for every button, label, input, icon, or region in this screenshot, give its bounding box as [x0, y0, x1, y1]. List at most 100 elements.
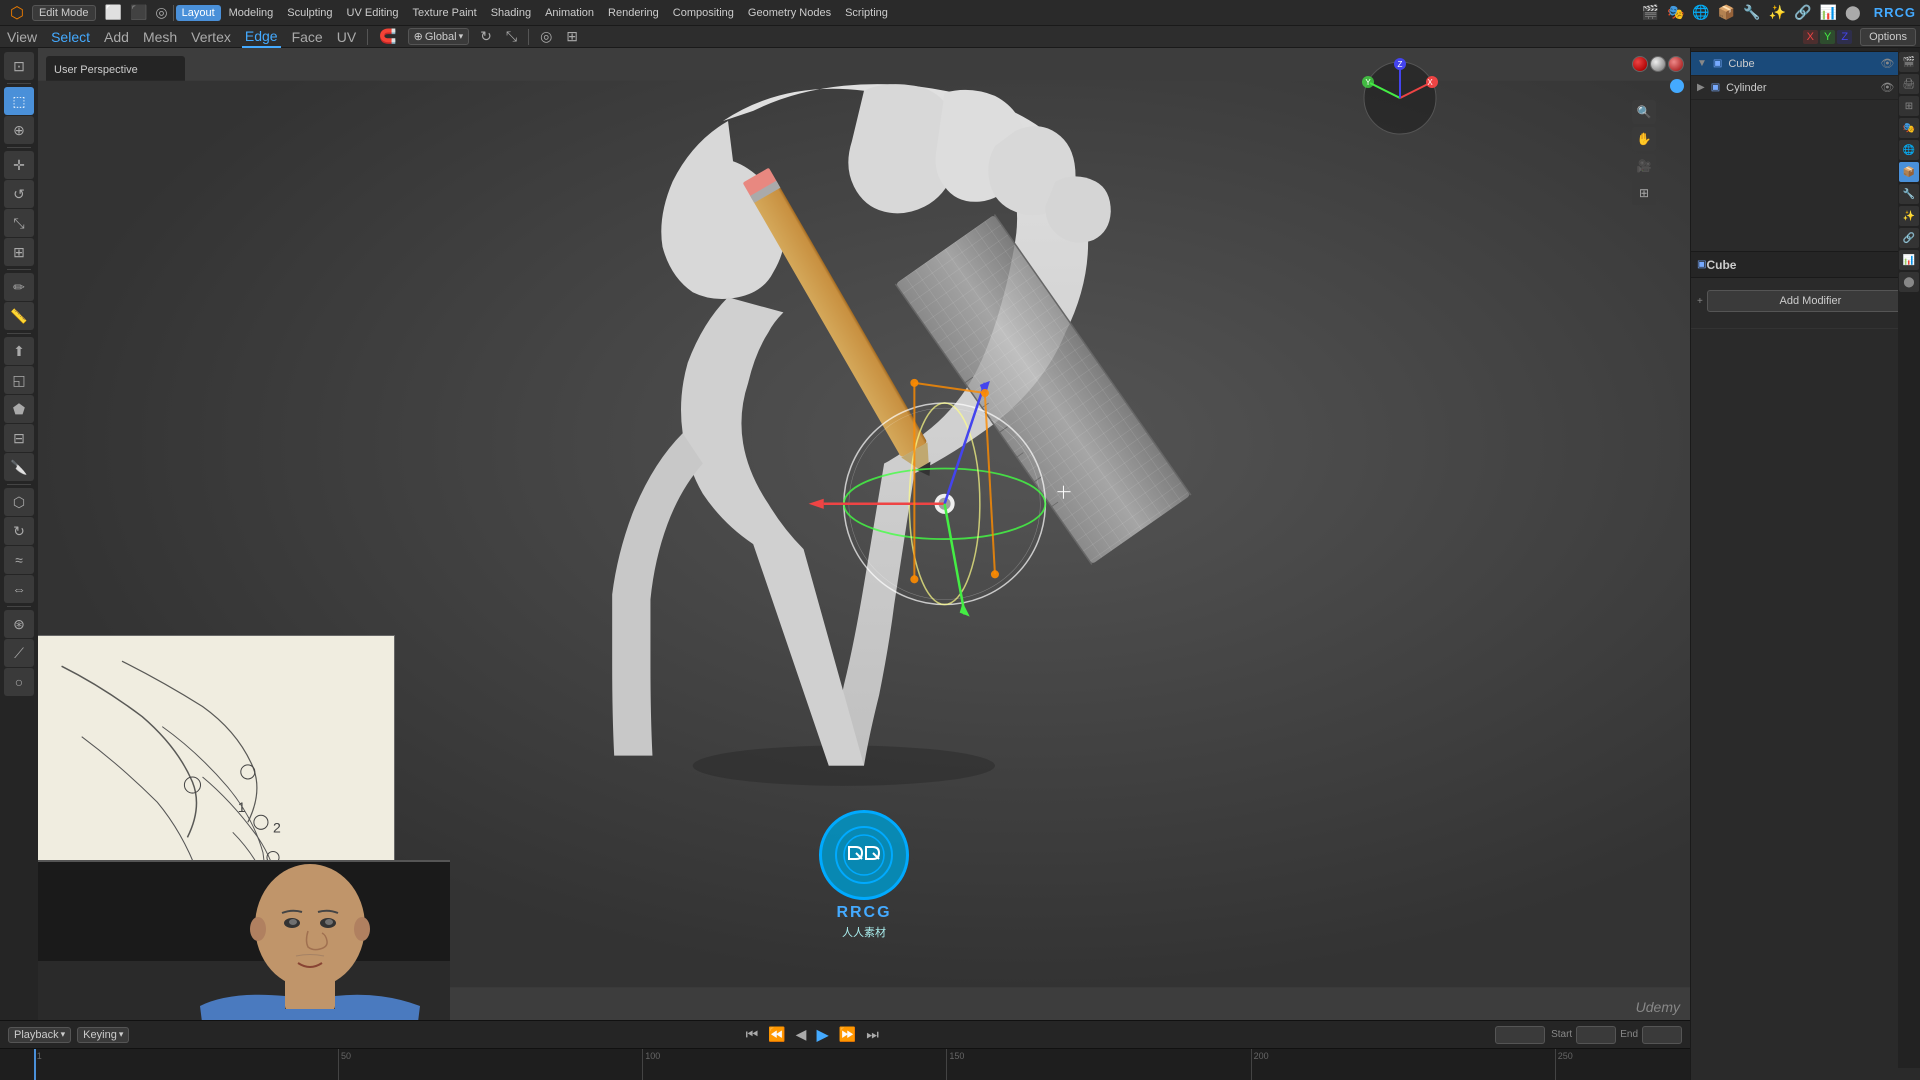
annotate-btn[interactable]: ✏ — [4, 273, 34, 301]
workspace-rendering[interactable]: Rendering — [602, 5, 665, 21]
add-modifier-button[interactable]: Add Modifier — [1707, 290, 1914, 312]
rotate-btn[interactable]: ↺ — [4, 180, 34, 208]
scene-props-btn[interactable]: 🎭 — [1899, 118, 1919, 138]
jump-end-btn[interactable]: ⏭ — [864, 1024, 881, 1045]
move-btn[interactable]: ✛ — [4, 151, 34, 179]
edge-menu[interactable]: Edge — [242, 26, 281, 48]
view-layer-props-btn[interactable]: ⊞ — [1899, 96, 1919, 116]
smooth-btn[interactable]: ≈ — [4, 546, 34, 574]
uv-menu[interactable]: UV — [334, 27, 359, 47]
workspace-geometry[interactable]: Geometry Nodes — [742, 5, 837, 21]
cube-eye-icon[interactable]: 👁 — [1880, 57, 1894, 70]
step-back-btn[interactable]: ⏪ — [766, 1024, 787, 1045]
current-frame-input[interactable]: 1 — [1495, 1026, 1545, 1044]
bevel-btn[interactable]: ⬟ — [4, 395, 34, 423]
vertex-menu[interactable]: Vertex — [188, 27, 234, 47]
mesh-menu[interactable]: Mesh — [140, 27, 180, 47]
workspace-shading[interactable]: Shading — [485, 5, 537, 21]
options-button[interactable]: Options — [1860, 28, 1916, 46]
axis-z-btn[interactable]: Z — [1837, 30, 1852, 44]
grid-btn[interactable]: ⊞ — [1632, 181, 1656, 205]
workspace-scripting[interactable]: Scripting — [839, 5, 894, 21]
data-props-btn[interactable]: 📊 — [1899, 250, 1919, 270]
constraints-icon[interactable]: 🔗 — [1791, 2, 1814, 23]
snap-icon[interactable]: 🧲 — [376, 26, 399, 47]
cylinder-eye-icon[interactable]: 👁 — [1880, 81, 1894, 94]
physics-props-btn[interactable]: 🔗 — [1899, 228, 1919, 248]
axis-y-btn[interactable]: Y — [1820, 30, 1835, 44]
to-sphere-btn[interactable]: ○ — [4, 668, 34, 696]
data-icon[interactable]: 📊 — [1817, 2, 1840, 23]
workspace-layout[interactable]: Layout — [176, 5, 221, 21]
workspace-texture[interactable]: Texture Paint — [407, 5, 483, 21]
outliner-item-cube[interactable]: ▼ ▣ Cube 👁 📷 — [1691, 52, 1920, 76]
step-forward-btn[interactable]: ⏩ — [837, 1024, 858, 1045]
add-menu[interactable]: Add — [101, 27, 132, 47]
extrude-btn[interactable]: ⬆ — [4, 337, 34, 365]
workspace-uv[interactable]: UV Editing — [341, 5, 405, 21]
play-btn[interactable]: ▶ — [814, 1023, 830, 1047]
output-props-btn[interactable]: 🖨 — [1899, 74, 1919, 94]
scene-icon[interactable]: 🎭 — [1664, 2, 1687, 23]
workspace-sculpting[interactable]: Sculpting — [281, 5, 338, 21]
transform-btn[interactable]: ⊞ — [4, 238, 34, 266]
mirrow-icon[interactable]: ⊞ — [563, 26, 581, 47]
axis-x-btn[interactable]: X — [1803, 30, 1818, 44]
poly-build-btn[interactable]: ⬡ — [4, 488, 34, 516]
select-box-btn[interactable]: ⬚ — [4, 87, 34, 115]
play-back-btn[interactable]: ◀ — [794, 1024, 809, 1045]
app-icon[interactable]: ⬡ — [4, 1, 30, 25]
particles-props-btn[interactable]: ✨ — [1899, 206, 1919, 226]
magnify-btn[interactable]: 🔍 — [1632, 100, 1656, 124]
spin-btn[interactable]: ↻ — [4, 517, 34, 545]
object-mode-btn[interactable]: ⊡ — [4, 52, 34, 80]
timeline-ruler[interactable]: 1 50 100 150 200 250 — [0, 1049, 1690, 1080]
face-menu[interactable]: Face — [289, 27, 326, 47]
start-frame-input[interactable]: 1 — [1576, 1026, 1616, 1044]
scale-btn[interactable]: ⤡ — [4, 209, 34, 237]
knife-btn[interactable]: 🔪 — [4, 453, 34, 481]
select-menu[interactable]: Select — [48, 27, 93, 47]
workspace-modeling[interactable]: Modeling — [223, 5, 280, 21]
modifier-icon[interactable]: 🔧 — [1740, 2, 1763, 23]
object-icon[interactable]: 📦 — [1715, 2, 1738, 23]
pan-btn[interactable]: ✋ — [1632, 127, 1656, 151]
object-props-btn[interactable]: 📦 — [1899, 162, 1919, 182]
loop-cut-btn[interactable]: ⊟ — [4, 424, 34, 452]
scale-icon[interactable]: ⤡ — [503, 26, 520, 47]
modifier-props-btn[interactable]: 🔧 — [1899, 184, 1919, 204]
shear-btn[interactable]: ⟋ — [4, 639, 34, 667]
jump-start-btn[interactable]: ⏮ — [744, 1024, 761, 1045]
playback-dropdown[interactable]: Playback ▾ — [8, 1027, 71, 1043]
overlay-icon[interactable]: ◎ — [152, 2, 170, 23]
mode-dropdown[interactable]: Edit Mode — [32, 5, 96, 21]
cursor-btn[interactable]: ⊕ — [4, 116, 34, 144]
inset-btn[interactable]: ◱ — [4, 366, 34, 394]
particle-icon[interactable]: ✨ — [1766, 2, 1789, 23]
world-props-btn[interactable]: 🌐 — [1899, 140, 1919, 160]
keying-dropdown[interactable]: Keying ▾ — [77, 1027, 129, 1043]
workspace-animation[interactable]: Animation — [539, 5, 600, 21]
render-props-btn[interactable]: 🎬 — [1899, 52, 1919, 72]
rotate-icon[interactable]: ↻ — [477, 26, 495, 47]
material-icon[interactable]: ⬤ — [1842, 2, 1864, 23]
prop-edit-icon[interactable]: ◎ — [537, 26, 555, 47]
world-icon[interactable]: 🌐 — [1689, 2, 1712, 23]
viewport-icon[interactable]: ⬜ — [102, 2, 125, 23]
transform-orientation[interactable]: ⊕ Global ▾ — [408, 28, 470, 45]
end-frame-input[interactable]: 250 — [1642, 1026, 1682, 1044]
render-icon[interactable]: 🎬 — [1639, 2, 1662, 23]
measure-btn[interactable]: 📏 — [4, 302, 34, 330]
nav-gizmo-area[interactable]: X Y Z — [1360, 58, 1440, 141]
workspace-compositing[interactable]: Compositing — [667, 5, 740, 21]
light-sphere-pink[interactable] — [1668, 56, 1684, 72]
camera-btn[interactable]: 🎥 — [1632, 154, 1656, 178]
playhead[interactable] — [34, 1049, 36, 1080]
light-sphere-red[interactable] — [1632, 56, 1648, 72]
edge-slide-btn[interactable]: ⇔ — [4, 575, 34, 603]
outliner-item-cylinder[interactable]: ▶ ▣ Cylinder 👁 📷 — [1691, 76, 1920, 100]
material-props-btn[interactable]: ⬤ — [1899, 272, 1919, 292]
light-sphere-white[interactable] — [1650, 56, 1666, 72]
view-menu[interactable]: View — [4, 27, 40, 47]
local-view-icon[interactable]: ⬛ — [127, 2, 150, 23]
